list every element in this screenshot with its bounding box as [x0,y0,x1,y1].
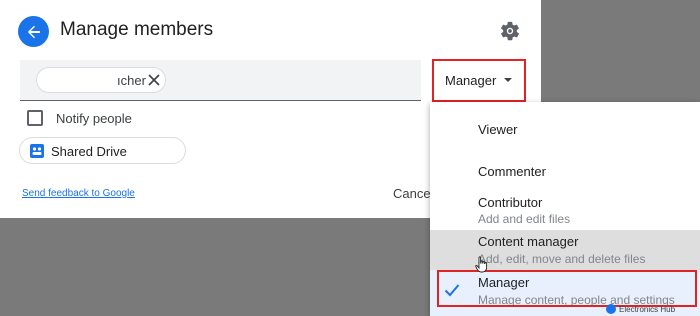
close-icon[interactable] [147,73,161,87]
notify-label: Notify people [56,110,132,126]
cancel-button[interactable]: Cancel [393,186,433,201]
shared-drive-label: Shared Drive [51,144,127,159]
send-feedback-link[interactable]: Send feedback to Google [22,188,135,199]
menu-item-label: Commenter [478,164,546,179]
menu-item-label: Content manager [478,234,579,249]
menu-item-label: Manager [478,275,530,290]
watermark-text: Electronics Hub [619,304,676,314]
back-button[interactable] [18,16,49,47]
role-select[interactable]: Manager [432,59,526,102]
menu-item-description: Add and edit files [478,212,571,226]
menu-item-content-manager[interactable]: Content manager Add, edit, move and dele… [430,230,700,270]
hand-cursor-icon [475,256,488,273]
shared-drive-icon [30,144,44,158]
menu-item-commenter[interactable]: Commenter [430,155,700,191]
watermark-logo-icon [606,304,616,314]
member-chip-label: ıcher [117,73,146,88]
member-chip: ıcher [36,67,166,93]
notify-row[interactable]: Notify people [27,110,132,126]
watermark: Electronics Hub [606,304,675,314]
arrow-left-icon [27,25,40,38]
chevron-down-icon [504,78,512,82]
menu-item-label: Contributor [478,195,543,210]
notify-checkbox[interactable] [27,110,43,126]
add-members-field[interactable]: ıcher [20,60,421,101]
shared-drive-chip[interactable]: Shared Drive [19,137,186,164]
menu-item-contributor[interactable]: Contributor Add and edit files [430,191,700,230]
menu-item-label: Viewer [478,122,518,137]
gear-icon[interactable] [499,20,521,42]
dialog-title: Manage members [60,19,214,40]
menu-item-viewer[interactable]: Viewer [430,102,700,155]
checkmark-icon [444,284,460,297]
menu-item-description: Add, edit, move and delete files [478,252,646,266]
role-menu: Viewer Commenter Contributor Add and edi… [430,102,700,316]
role-select-value: Manager [445,73,497,88]
